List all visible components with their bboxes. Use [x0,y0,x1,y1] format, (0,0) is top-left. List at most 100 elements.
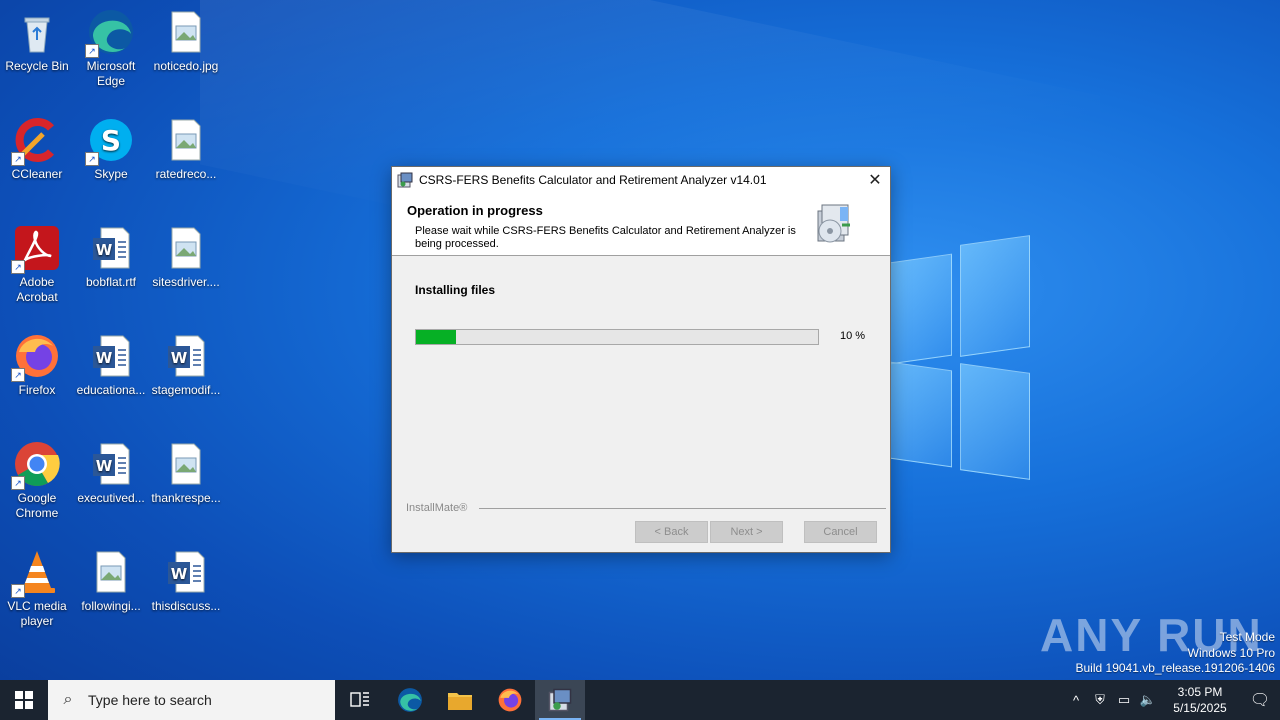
taskbar-clock[interactable]: 3:05 PM 5/15/2025 [1160,684,1240,716]
icon-label: CCleaner [11,167,63,181]
svg-text:W: W [171,349,188,367]
icon-label: VLC media player [7,599,67,628]
microsoft-edge-shortcut[interactable]: ↗ Microsoft Edge [74,8,148,89]
taskbar-search-box[interactable]: ⌕ Type here to search [48,680,335,720]
start-button[interactable] [0,680,48,720]
word-document-icon: W [87,224,135,272]
back-button[interactable]: < Back [635,521,708,543]
svg-text:S: S [101,124,121,157]
google-chrome-shortcut[interactable]: ↗ Google Chrome [0,440,74,521]
thisdiscuss-file[interactable]: W thisdiscuss... [149,548,223,614]
windows-start-icon [15,691,33,709]
firefox-icon: ↗ [11,332,61,382]
image-file-icon [87,548,135,596]
cancel-button[interactable]: Cancel [804,521,877,543]
clock-date: 5/15/2025 [1173,701,1227,715]
word-document-icon: W [87,332,135,380]
svg-text:W: W [96,349,113,367]
operation-description: Please wait while CSRS-FERS Benefits Cal… [415,225,796,250]
recycle-bin-shortcut[interactable]: Recycle Bin [0,8,74,74]
word-document-icon: W [162,548,210,596]
volume-icon[interactable]: 🔈 [1136,692,1160,708]
shortcut-arrow-icon: ↗ [85,44,99,58]
icon-label: stagemodif... [151,383,221,397]
icon-label: educationa... [76,383,146,397]
ccleaner-shortcut[interactable]: ↗ CCleaner [0,116,74,182]
network-icon[interactable]: ▭ [1112,692,1136,708]
chevron-up-icon[interactable]: ^ [1064,693,1088,708]
folder-icon [448,693,472,710]
search-placeholder: Type here to search [88,692,212,708]
windows-build-watermark: Test Mode Windows 10 Pro Build 19041.vb_… [1076,630,1276,677]
image-file-icon [162,116,210,164]
thankrespe-file[interactable]: thankrespe... [149,440,223,506]
taskbar-edge-button[interactable] [385,680,435,720]
educationa-file[interactable]: W educationa... [74,332,148,398]
taskbar-firefox-button[interactable] [485,680,535,720]
next-button[interactable]: Next > [710,521,783,543]
task-view-icon [350,692,369,707]
shortcut-arrow-icon: ↗ [11,152,25,166]
install-progress-bar [415,329,819,345]
installing-files-label: Installing files [415,283,496,297]
sitesdriver-file[interactable]: sitesdriver.... [149,224,223,290]
icon-label: executived... [77,491,145,505]
close-icon: ✕ [868,172,882,189]
progress-percent-label: 10 % [840,330,866,342]
icon-label: ratedreco... [155,167,217,181]
vlc-cone-icon: ↗ [11,548,61,598]
firefox-icon [498,688,522,712]
icon-label: Adobe Acrobat [16,275,58,304]
shortcut-arrow-icon: ↗ [11,368,25,382]
skype-shortcut[interactable]: S ↗ Skype [74,116,148,182]
image-file-icon [162,224,210,272]
bobflat-file[interactable]: W bobflat.rtf [74,224,148,290]
icon-label: Firefox [18,383,56,397]
adobe-acrobat-shortcut[interactable]: ↗ Adobe Acrobat [0,224,74,305]
windows-edition-text: Windows 10 Pro [1187,645,1275,660]
close-button[interactable]: ✕ [860,167,890,193]
operation-title: Operation in progress [407,203,543,218]
icon-label: Skype [94,167,128,181]
installmate-brand: InstallMate® [406,502,474,514]
svg-text:W: W [171,565,188,583]
icon-label: sitesdriver.... [152,275,220,289]
taskbar-file-explorer-button[interactable] [435,680,485,720]
firefox-shortcut[interactable]: ↗ Firefox [0,332,74,398]
skype-icon: S ↗ [85,116,135,166]
search-icon: ⌕ [63,691,73,708]
svg-text:W: W [96,457,113,475]
icon-label: Microsoft Edge [86,59,136,88]
dialog-header: Operation in progress Please wait while … [392,193,890,256]
dialog-titlebar[interactable]: CSRS-FERS Benefits Calculator and Retire… [392,167,890,193]
adobe-acrobat-icon: ↗ [11,224,61,274]
icon-label: bobflat.rtf [85,275,137,289]
vlc-shortcut[interactable]: ↗ VLC media player [0,548,74,629]
taskbar-installer-button[interactable] [535,680,585,720]
ratedreco-file[interactable]: ratedreco... [149,116,223,182]
security-icon[interactable]: ⛨ [1088,692,1112,708]
installer-app-icon [397,172,413,188]
shortcut-arrow-icon: ↗ [11,260,25,274]
install-package-icon [810,201,854,245]
noticedo-file[interactable]: noticedo.jpg [149,8,223,74]
system-tray: ^ ⛨ ▭ 🔈 3:05 PM 5/15/2025 🗨 [1064,680,1280,720]
taskbar: ⌕ Type here to search ^ ⛨ ▭ 🔈 3:05 PM 5/… [0,680,1280,720]
recycle-bin-icon [13,8,61,56]
build-string-text: Build 19041.vb_release.191206-1406 [1075,661,1276,675]
icon-label: followingi... [81,599,141,613]
executived-file[interactable]: W executived... [74,440,148,506]
word-document-icon: W [162,332,210,380]
icon-label: noticedo.jpg [153,59,219,73]
task-view-button[interactable] [335,680,385,720]
icon-label: Google Chrome [15,491,59,520]
progress-fill [416,330,457,344]
dialog-title: CSRS-FERS Benefits Calculator and Retire… [419,173,767,187]
followingi-file[interactable]: followingi... [74,548,148,614]
shortcut-arrow-icon: ↗ [11,476,25,490]
icon-label: thankrespe... [151,491,221,505]
notification-center-icon[interactable]: 🗨 [1240,690,1280,710]
stagemodif-file[interactable]: W stagemodif... [149,332,223,398]
image-file-icon [162,8,210,56]
installer-app-icon [548,688,572,712]
